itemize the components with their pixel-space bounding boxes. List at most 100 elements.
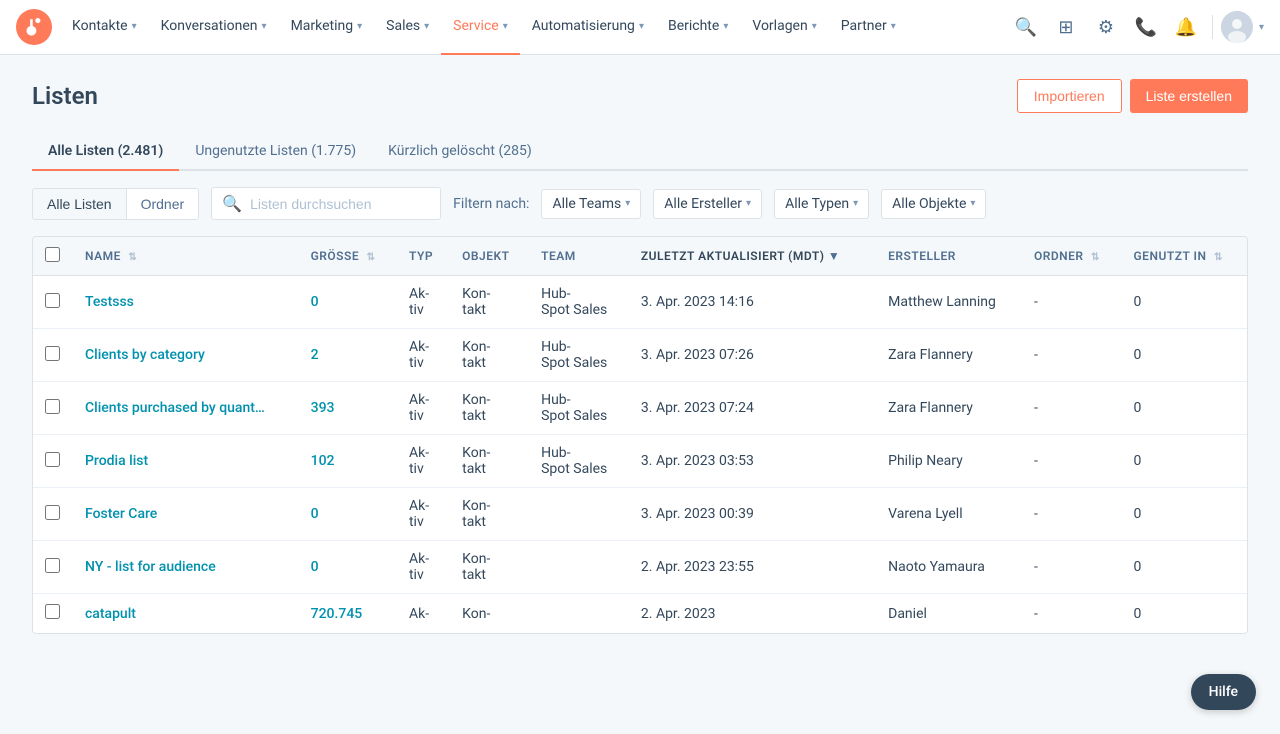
nav-items: Kontakte ▾ Konversationen ▾ Marketing ▾ …: [60, 0, 1008, 55]
row-name[interactable]: Clients purchased by quant…: [73, 382, 299, 435]
sort-icon: ⇅: [1214, 252, 1223, 263]
chevron-down-icon: ▾: [970, 198, 975, 209]
row-typ: Ak-tiv: [397, 541, 450, 594]
filter-objects-dropdown[interactable]: Alle Objekte ▾: [881, 189, 986, 219]
row-team: Hub-Spot Sales: [529, 435, 629, 488]
select-all-header: [33, 237, 73, 276]
col-genutzt[interactable]: GENUTZT IN ⇅: [1122, 237, 1248, 276]
row-team: [529, 541, 629, 594]
row-typ: Ak-tiv: [397, 382, 450, 435]
tab-geloeschte-listen[interactable]: Kürzlich gelöscht (285): [372, 133, 548, 171]
filter-types-dropdown[interactable]: Alle Typen ▾: [774, 189, 869, 219]
chevron-down-icon: ▾: [625, 198, 630, 209]
row-ersteller: Zara Flannery: [876, 329, 1022, 382]
phone-button[interactable]: 📞: [1128, 9, 1164, 45]
row-genutzt: 0: [1122, 382, 1248, 435]
row-ordner: -: [1022, 541, 1122, 594]
row-aktualisiert: 2. Apr. 2023 23:55: [629, 541, 876, 594]
col-typ: TYP: [397, 237, 450, 276]
nav-partner[interactable]: Partner ▾: [829, 0, 908, 55]
filter-creators-dropdown[interactable]: Alle Ersteller ▾: [653, 189, 762, 219]
search-button[interactable]: 🔍: [1008, 9, 1044, 45]
chevron-down-icon: ▾: [132, 21, 137, 32]
row-ersteller: Philip Neary: [876, 435, 1022, 488]
row-checkbox[interactable]: [45, 452, 60, 467]
chevron-down-icon: ▾: [639, 21, 644, 32]
page-content: Listen Importieren Liste erstellen Alle …: [0, 55, 1280, 658]
nav-kontakte[interactable]: Kontakte ▾: [60, 0, 149, 55]
row-name[interactable]: catapult: [73, 594, 299, 634]
create-list-button[interactable]: Liste erstellen: [1130, 79, 1248, 113]
row-name[interactable]: NY - list for audience: [73, 541, 299, 594]
row-groesse: 720.745: [299, 594, 397, 634]
row-checkbox[interactable]: [45, 399, 60, 414]
search-input[interactable]: [250, 196, 430, 212]
chevron-down-icon: ▾: [853, 198, 858, 209]
table-row: catapult720.745Ak-Kon-2. Apr. 2023Daniel…: [33, 594, 1247, 634]
chevron-down-icon: ▾: [891, 21, 896, 32]
row-aktualisiert: 3. Apr. 2023 14:16: [629, 276, 876, 329]
col-name[interactable]: NAME ⇅: [73, 237, 299, 276]
chevron-down-icon: ▾: [357, 21, 362, 32]
page-title: Listen: [32, 82, 98, 110]
row-objekt: Kon-takt: [450, 435, 529, 488]
row-name[interactable]: Clients by category: [73, 329, 299, 382]
hubspot-logo[interactable]: [16, 9, 52, 45]
nav-divider: [1212, 15, 1213, 39]
row-ersteller: Varena Lyell: [876, 488, 1022, 541]
search-icon: 🔍: [222, 194, 242, 213]
tab-alle-listen[interactable]: Alle Listen (2.481): [32, 133, 179, 171]
tab-ungenutzte-listen[interactable]: Ungenutzte Listen (1.775): [179, 133, 372, 171]
nav-sales[interactable]: Sales ▾: [374, 0, 441, 55]
row-ersteller: Zara Flannery: [876, 382, 1022, 435]
notifications-button[interactable]: 🔔: [1168, 9, 1204, 45]
sort-active-icon: ▼: [828, 249, 840, 263]
col-ersteller: ERSTELLER: [876, 237, 1022, 276]
hilfe-button[interactable]: Hilfe: [1191, 674, 1256, 710]
table-header-row: NAME ⇅ GRÖSSE ⇅ TYP OBJEKT TEAM ZULETZT …: [33, 237, 1247, 276]
row-aktualisiert: 3. Apr. 2023 00:39: [629, 488, 876, 541]
nav-service[interactable]: Service ▾: [441, 0, 520, 55]
row-genutzt: 0: [1122, 594, 1248, 634]
row-objekt: Kon-: [450, 594, 529, 634]
col-aktualisiert[interactable]: ZULETZT AKTUALISIERT (MDT) ▼: [629, 237, 876, 276]
row-typ: Ak-tiv: [397, 276, 450, 329]
row-checkbox-cell: [33, 541, 73, 594]
view-folder-button[interactable]: Ordner: [127, 189, 199, 219]
user-avatar[interactable]: [1221, 11, 1253, 43]
row-typ: Ak-tiv: [397, 329, 450, 382]
import-button[interactable]: Importieren: [1017, 79, 1122, 113]
row-genutzt: 0: [1122, 488, 1248, 541]
row-checkbox[interactable]: [45, 346, 60, 361]
row-typ: Ak-tiv: [397, 435, 450, 488]
nav-vorlagen[interactable]: Vorlagen ▾: [740, 0, 828, 55]
row-name[interactable]: Prodia list: [73, 435, 299, 488]
view-all-button[interactable]: Alle Listen: [33, 189, 127, 219]
filter-teams-dropdown[interactable]: Alle Teams ▾: [541, 189, 641, 219]
row-name[interactable]: Foster Care: [73, 488, 299, 541]
nav-konversationen[interactable]: Konversationen ▾: [149, 0, 279, 55]
nav-automatisierung[interactable]: Automatisierung ▾: [520, 0, 656, 55]
row-checkbox[interactable]: [45, 293, 60, 308]
row-groesse: 102: [299, 435, 397, 488]
search-box: 🔍: [211, 187, 441, 220]
nav-berichte[interactable]: Berichte ▾: [656, 0, 740, 55]
row-checkbox[interactable]: [45, 604, 60, 619]
nav-marketing[interactable]: Marketing ▾: [279, 0, 375, 55]
row-objekt: Kon-takt: [450, 329, 529, 382]
settings-button[interactable]: ⚙: [1088, 9, 1124, 45]
col-groesse[interactable]: GRÖSSE ⇅: [299, 237, 397, 276]
table-row: Foster Care0Ak-tivKon-takt3. Apr. 2023 0…: [33, 488, 1247, 541]
row-name[interactable]: Testsss: [73, 276, 299, 329]
row-ordner: -: [1022, 435, 1122, 488]
filter-label: Filtern nach:: [453, 196, 529, 212]
avatar-chevron-icon[interactable]: ▾: [1259, 22, 1264, 33]
marketplace-button[interactable]: ⊞: [1048, 9, 1084, 45]
row-checkbox[interactable]: [45, 558, 60, 573]
select-all-checkbox[interactable]: [45, 247, 60, 262]
row-checkbox[interactable]: [45, 505, 60, 520]
col-ordner[interactable]: ORDNER ⇅: [1022, 237, 1122, 276]
col-team: TEAM: [529, 237, 629, 276]
chevron-down-icon: ▾: [746, 198, 751, 209]
row-ersteller: Daniel: [876, 594, 1022, 634]
